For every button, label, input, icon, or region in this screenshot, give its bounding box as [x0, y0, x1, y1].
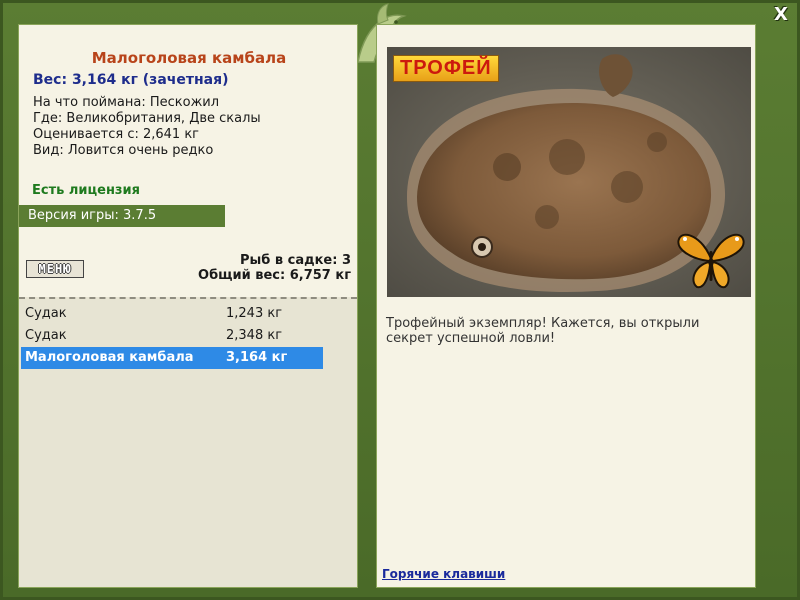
hotkeys-link[interactable]: Горячие клавиши — [382, 567, 505, 581]
game-version-bar: Версия игры: 3.7.5 — [19, 205, 225, 227]
catch-row[interactable]: Судак 1,243 кг — [21, 303, 323, 325]
keepnet-total-weight: Общий вес: 6,757 кг — [198, 268, 351, 283]
close-icon: X — [774, 4, 788, 25]
license-status: Есть лицензия — [32, 183, 140, 198]
catch-row-selected[interactable]: Малоголовая камбала 3,164 кг — [21, 347, 323, 369]
catch-weight: 3,164 кг — [226, 350, 288, 365]
fish-weight: Вес: 3,164 кг (зачетная) — [33, 72, 229, 88]
catch-name: Судак — [25, 328, 67, 343]
catch-weight: 1,243 кг — [226, 306, 283, 321]
catch-weight: 2,348 кг — [226, 328, 283, 343]
trophy-badge: ТРОФЕЙ — [393, 55, 499, 82]
fish-title: Малоголовая камбала — [91, 49, 287, 67]
location-info: Где: Великобритания, Две скалы — [33, 111, 261, 126]
menu-button[interactable]: МЕНЮ — [26, 260, 84, 278]
score-threshold-info: Оценивается с: 2,641 кг — [33, 127, 200, 142]
butterfly-icon — [677, 233, 745, 289]
bait-info: На что поймана: Пескожил — [33, 95, 220, 110]
close-button[interactable]: X — [770, 4, 792, 26]
fish-details: На что поймана: Пескожил Где: Великобрит… — [33, 95, 261, 159]
keepnet-stats: Рыб в садке: 3 Общий вес: 6,757 кг — [198, 253, 351, 283]
catch-name: Судак — [25, 306, 67, 321]
keepnet-count: Рыб в садке: 3 — [239, 253, 351, 268]
catch-row[interactable]: Судак 2,348 кг — [21, 325, 323, 347]
fish-info-panel: Малоголовая камбала Вес: 3,164 кг (зачет… — [18, 24, 358, 588]
fish-photo: ТРОФЕЙ — [387, 47, 751, 297]
catch-name: Малоголовая камбала — [25, 350, 194, 365]
rarity-info: Вид: Ловится очень редко — [33, 143, 214, 158]
trophy-panel: ТРОФЕЙ Трофейный экземпляр! Кажется, вы … — [376, 24, 756, 588]
catch-list: Судак 1,243 кг Судак 2,348 кг Малоголова… — [21, 303, 323, 369]
trophy-message: Трофейный экземпляр! Кажется, вы открыли… — [386, 316, 700, 346]
